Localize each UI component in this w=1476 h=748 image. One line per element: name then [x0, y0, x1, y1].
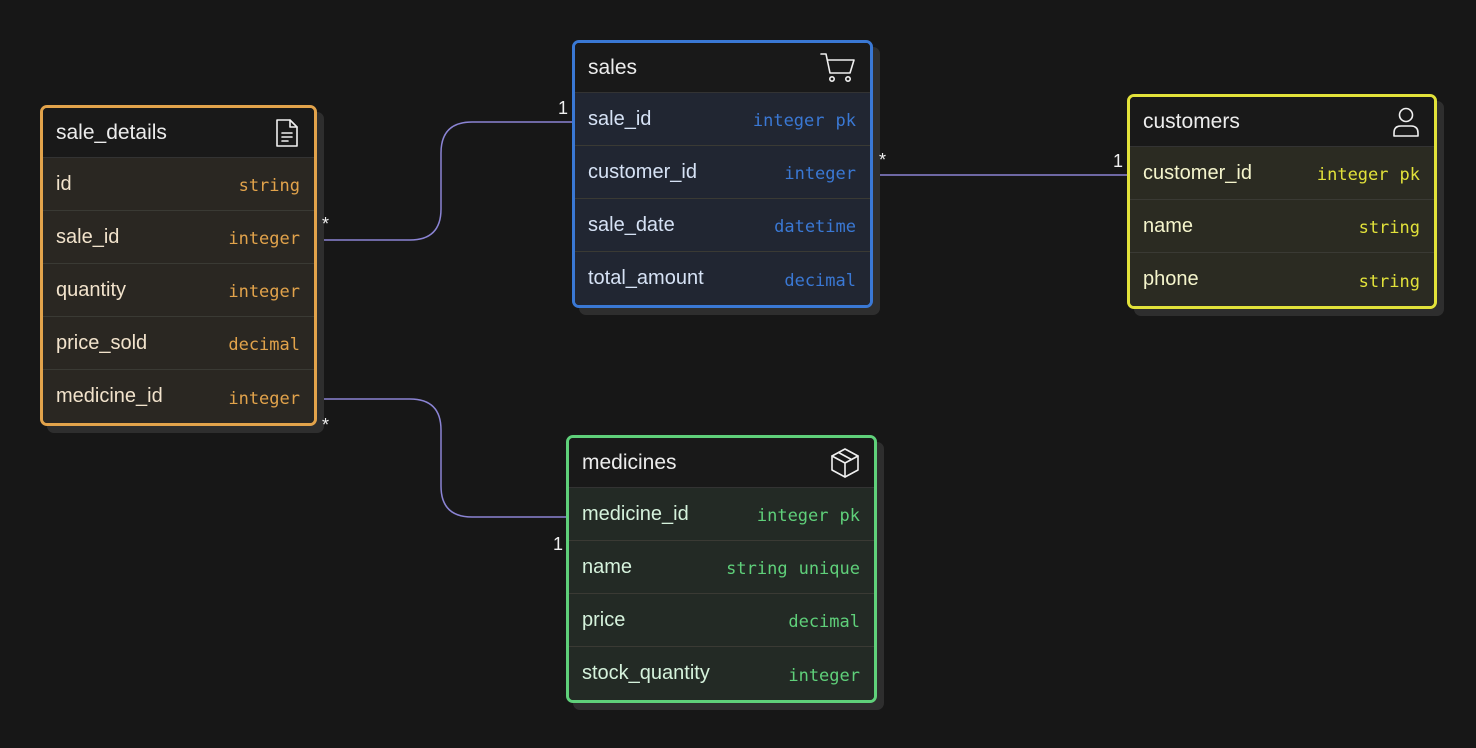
document-icon [274, 118, 300, 148]
field-row-phone[interactable]: phone string [1130, 253, 1434, 306]
cardinality-one-sales-sale-id: 1 [558, 98, 569, 118]
field-row-stock-quantity[interactable]: stock_quantity integer [569, 647, 874, 700]
field-type: datetime [774, 217, 856, 237]
edge-sale-details-to-sales [313, 121, 578, 241]
field-type: integer pk [1317, 165, 1420, 185]
field-type-label: integer [752, 111, 825, 131]
entity-header: sales [575, 43, 870, 93]
field-name: total_amount [588, 267, 704, 289]
field-row-quantity[interactable]: quantity integer [43, 264, 314, 317]
entity-header: sale_details [43, 108, 314, 158]
field-type-label: decimal [788, 612, 860, 632]
field-row-name[interactable]: name string [1130, 200, 1434, 253]
field-type-label: integer [784, 164, 856, 184]
field-row-total-amount[interactable]: total_amount decimal [575, 252, 870, 305]
field-name: quantity [56, 278, 127, 301]
field-row-price-sold[interactable]: price_sold decimal [43, 317, 314, 370]
field-name: stock_quantity [582, 662, 710, 684]
package-icon [830, 447, 860, 479]
entity-title: medicines [582, 450, 677, 474]
field-type-label: string [726, 559, 788, 579]
field-name: sale_date [588, 213, 675, 236]
field-name: customer_id [588, 160, 697, 183]
field-type: decimal [784, 271, 856, 291]
field-type: decimal [788, 612, 860, 632]
shopping-cart-icon [820, 52, 856, 84]
field-row-price[interactable]: price decimal [569, 594, 874, 647]
field-key-badge: pk [1399, 165, 1420, 185]
field-row-customer-id[interactable]: customer_id integer pk [1130, 147, 1434, 200]
field-type-label: decimal [784, 270, 856, 291]
field-row-name[interactable]: name string unique [569, 541, 874, 594]
field-type-label: string [238, 176, 300, 196]
field-type: integer pk [753, 111, 856, 131]
field-name: phone [1143, 268, 1199, 290]
field-row-medicine-id[interactable]: medicine_id integer [43, 370, 314, 423]
field-type: decimal [228, 335, 300, 355]
entity-title: sales [588, 55, 638, 79]
field-name: sale_id [56, 225, 120, 248]
field-name: sale_id [588, 107, 652, 130]
field-type: integer [228, 389, 300, 409]
user-icon [1392, 106, 1420, 138]
field-name: medicine_id [582, 502, 689, 525]
entity-header: medicines [569, 438, 874, 488]
field-type-label: integer [788, 665, 860, 686]
field-type: string unique [726, 559, 860, 579]
entity-sale-details[interactable]: sale_details id string sale_id integer quant… [40, 105, 317, 426]
field-name: customer_id [1143, 161, 1252, 184]
entity-title: customers [1143, 109, 1240, 133]
field-name: id [56, 172, 72, 195]
field-row-sale-id[interactable]: sale_id integer pk [575, 93, 870, 146]
field-type-label: decimal [228, 335, 300, 355]
field-name: price_sold [56, 331, 148, 354]
field-type-label: integer [228, 388, 300, 409]
field-type-label: integer [756, 506, 829, 526]
cardinality-many-sale-details-medicine-id: * [322, 415, 330, 435]
field-name: price [582, 608, 626, 631]
field-type: integer pk [757, 506, 860, 526]
field-type: integer [228, 229, 300, 249]
field-row-id[interactable]: id string [43, 158, 314, 211]
cardinality-many-sales-customer-id: * [879, 150, 887, 170]
field-key-badge: pk [839, 506, 860, 526]
field-type: integer [784, 164, 856, 184]
field-name: medicine_id [56, 385, 163, 407]
entity-sales[interactable]: sales sale_id integer pk customer_id integer… [572, 40, 873, 308]
field-type-label: string [1358, 218, 1420, 238]
field-type-label: datetime [774, 217, 856, 237]
field-key-badge: unique [798, 559, 860, 579]
field-type-label: integer [228, 282, 300, 302]
field-row-medicine-id[interactable]: medicine_id integer pk [569, 488, 874, 541]
field-type: string [1359, 218, 1420, 238]
entity-customers[interactable]: customers customer_id integer pk name string… [1127, 94, 1437, 309]
cardinality-one-medicines-medicine-id: 1 [553, 534, 564, 554]
field-row-sale-id[interactable]: sale_id integer [43, 211, 314, 264]
entity-header: customers [1130, 97, 1434, 147]
field-key-badge: pk [835, 111, 856, 131]
field-type: string [1359, 272, 1420, 292]
field-name: name [582, 555, 633, 578]
cardinality-many-sale-details-sale-id: * [322, 214, 330, 234]
field-type: string [239, 176, 300, 196]
field-type: integer [788, 666, 860, 686]
field-row-sale-date[interactable]: sale_date datetime [575, 199, 870, 252]
edge-sale-details-to-medicines [313, 398, 572, 518]
field-type-label: integer [228, 229, 300, 249]
field-name: name [1143, 214, 1194, 237]
cardinality-one-customers-customer-id: 1 [1113, 151, 1124, 171]
field-type: integer [228, 282, 300, 302]
field-row-customer-id[interactable]: customer_id integer [575, 146, 870, 199]
field-type-label: integer [1316, 165, 1389, 185]
entity-title: sale_details [56, 120, 167, 144]
field-type-label: string [1358, 271, 1420, 292]
entity-medicines[interactable]: medicines medicine_id integer pk name string… [566, 435, 877, 703]
